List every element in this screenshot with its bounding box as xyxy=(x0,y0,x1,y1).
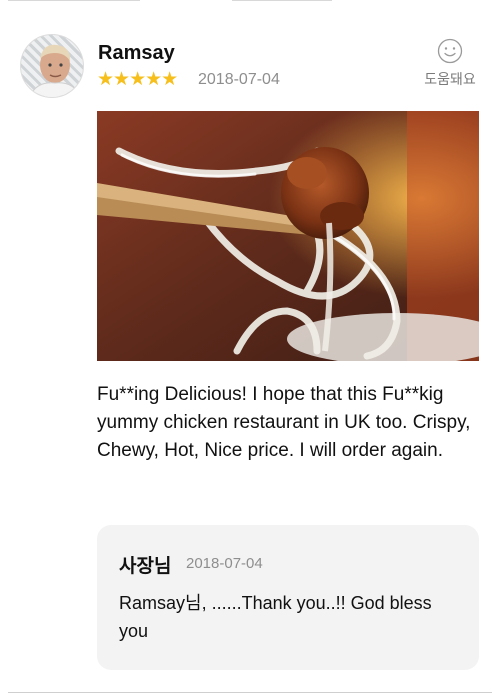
review-photo[interactable] xyxy=(97,111,479,361)
reviewer-name[interactable]: Ramsay xyxy=(98,42,175,65)
chicken-photo-image xyxy=(97,111,479,361)
smile-icon xyxy=(437,38,463,64)
reviewer-photo-icon xyxy=(29,44,81,97)
review-text: Fu**ing Delicious! I hope that this Fu**… xyxy=(97,384,471,461)
helpful-label: 도움돼요 xyxy=(424,71,476,87)
reply-date: 2018-07-04 xyxy=(186,555,263,572)
review-date: 2018-07-04 xyxy=(198,71,280,88)
avatar[interactable] xyxy=(20,34,84,98)
reply-author: 사장님 xyxy=(119,556,172,577)
reply-text: Ramsay님, ......Thank you..!! God bless y… xyxy=(119,593,432,641)
top-divider xyxy=(0,0,500,4)
bottom-divider xyxy=(8,692,492,693)
helpful-button[interactable]: 도움돼요 xyxy=(416,38,484,89)
rating-stars: ★★★★★ xyxy=(97,69,178,90)
owner-reply: 사장님 2018-07-04 Ramsay님, ......Thank you.… xyxy=(97,525,479,670)
